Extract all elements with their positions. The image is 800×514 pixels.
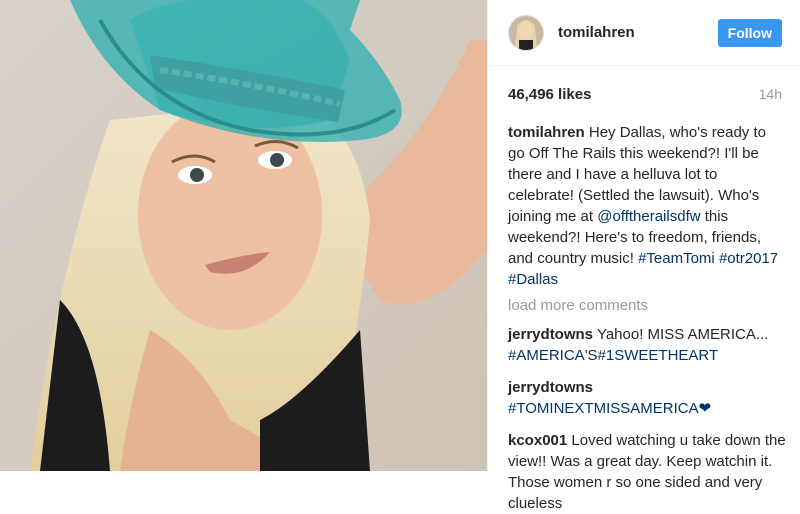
post-view: tomilahren Follow 46,496 likes 14h tomil… [0,0,800,512]
hashtag-link[interactable]: #AMERICA [508,347,585,364]
post-time[interactable]: 14h [759,86,782,102]
hashtag-link[interactable]: #TeamTomi [638,250,715,267]
caption-username[interactable]: tomilahren [508,124,585,141]
caption: tomilahren Hey Dallas, who's ready to go… [508,122,786,290]
comment: jerrydtowns #TOMINEXTMISSAMERICA❤ [508,377,786,419]
likes-count[interactable]: 46,496 likes [508,86,591,103]
load-more-comments[interactable]: load more comments [508,295,786,316]
comment-text: 'S [584,347,598,364]
hashtag-link[interactable]: #TOMINEXTMISSAMERICA [508,400,699,417]
comment-username[interactable]: jerrydtowns [508,326,593,343]
post-sidebar: tomilahren Follow 46,496 likes 14h tomil… [488,0,800,512]
comments-list: tomilahren Hey Dallas, who's ready to go… [488,122,800,514]
hashtag-link[interactable]: #Dallas [508,271,558,288]
comment: kcox001 Loved watching u take down the v… [508,430,786,514]
post-photo[interactable] [0,0,487,471]
username[interactable]: tomilahren [558,24,718,41]
heart-emoji: ❤ [698,400,712,417]
comment: jerrydtowns Yahoo! MISS AMERICA... #AMER… [508,324,786,366]
hashtag-link[interactable]: #otr2017 [719,250,778,267]
follow-button[interactable]: Follow [717,18,782,47]
mention-link[interactable]: @offtherailsdfw [597,208,700,225]
photo-illustration [0,0,487,471]
hashtag-link[interactable]: #1SWEETHEART [598,347,719,364]
avatar[interactable] [508,14,544,51]
post-stats: 46,496 likes 14h [488,66,800,122]
comment-text: Yahoo! MISS AMERICA... [596,326,769,343]
post-header: tomilahren Follow [488,0,800,66]
comment-username[interactable]: jerrydtowns [508,379,593,396]
avatar-image [509,15,543,50]
comment-username[interactable]: kcox001 [508,432,567,449]
